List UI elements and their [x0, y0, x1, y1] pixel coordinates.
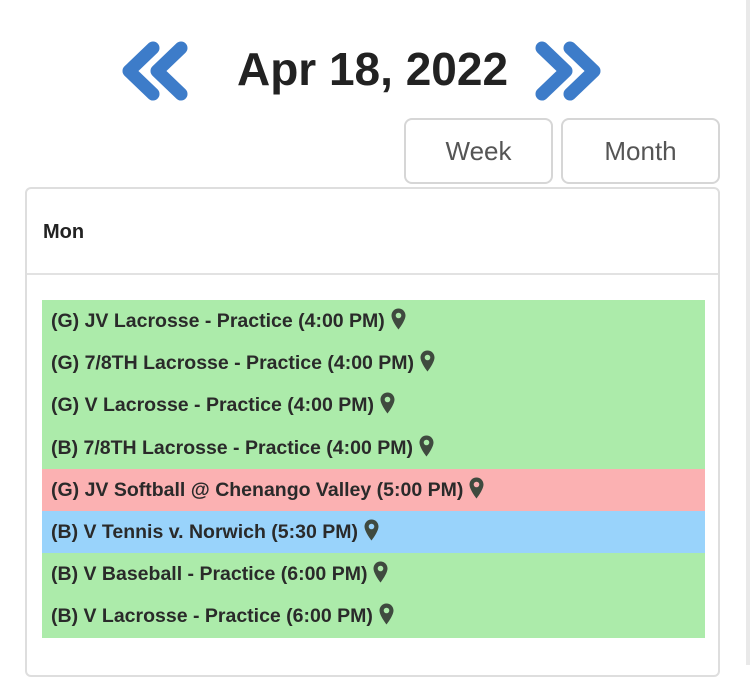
day-header: Mon	[27, 189, 718, 275]
event-title: (B) V Tennis v. Norwich (5:30 PM)	[51, 520, 358, 543]
map-pin-icon[interactable]	[420, 350, 435, 372]
map-pin-icon[interactable]	[364, 519, 379, 541]
map-pin-icon[interactable]	[373, 561, 388, 583]
event-title: (G) JV Lacrosse - Practice (4:00 PM)	[51, 310, 385, 332]
event-title: (B) 7/8TH Lacrosse - Practice (4:00 PM)	[51, 436, 413, 459]
event-item[interactable]: (G) V Lacrosse - Practice (4:00 PM)	[42, 384, 705, 427]
day-of-week-label: Mon	[43, 221, 85, 243]
event-title: (B) V Lacrosse - Practice (6:00 PM)	[51, 605, 373, 628]
event-item[interactable]: (B) 7/8TH Lacrosse - Practice (4:00 PM)	[42, 426, 705, 469]
date-navigation: Apr 18, 2022	[0, 36, 750, 106]
event-item[interactable]: (B) V Lacrosse - Practice (6:00 PM)	[42, 595, 705, 638]
double-chevron-left-icon	[122, 41, 188, 101]
map-pin-icon[interactable]	[380, 392, 395, 414]
event-title: (G) 7/8TH Lacrosse - Practice (4:00 PM)	[51, 352, 415, 375]
event-title: (G) V Lacrosse - Practice (4:00 PM)	[51, 394, 374, 417]
map-pin-icon[interactable]	[469, 477, 484, 499]
event-item[interactable]: (B) V Tennis v. Norwich (5:30 PM)	[42, 510, 705, 554]
map-pin-icon[interactable]	[379, 603, 394, 625]
event-title: (B) V Baseball - Practice (6:00 PM)	[51, 563, 368, 586]
map-pin-icon[interactable]	[419, 435, 434, 457]
map-pin-icon[interactable]	[391, 308, 406, 330]
event-list: (G) JV Lacrosse - Practice (4:00 PM) (G)…	[42, 300, 705, 638]
week-view-button[interactable]: Week	[404, 118, 553, 184]
previous-day-button[interactable]	[117, 40, 193, 102]
day-schedule-panel: Mon (G) JV Lacrosse - Practice (4:00 PM)…	[25, 187, 720, 677]
next-day-button[interactable]	[530, 40, 606, 102]
event-item[interactable]: (B) V Baseball - Practice (6:00 PM)	[42, 553, 705, 596]
event-title: (G) JV Softball @ Chenango Valley (5:00 …	[51, 478, 464, 501]
month-view-button[interactable]: Month	[561, 118, 720, 184]
current-date-title: Apr 18, 2022	[236, 43, 509, 95]
event-item[interactable]: (G) JV Lacrosse - Practice (4:00 PM)	[42, 300, 705, 343]
event-item[interactable]: (G) JV Softball @ Chenango Valley (5:00 …	[42, 468, 705, 511]
double-chevron-right-icon	[535, 41, 601, 101]
event-item[interactable]: (G) 7/8TH Lacrosse - Practice (4:00 PM)	[42, 342, 705, 385]
